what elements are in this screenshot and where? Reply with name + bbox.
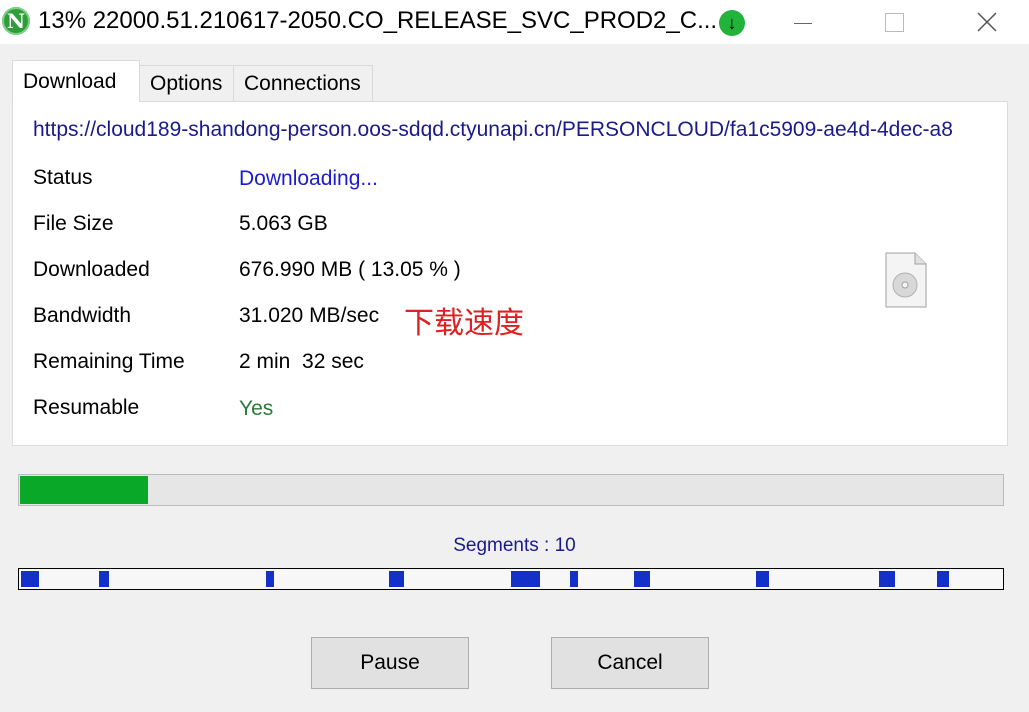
minimize-icon <box>794 22 812 24</box>
bandwidth-label: Bandwidth <box>33 304 132 327</box>
segment-block <box>511 571 540 587</box>
file-size-label: File Size <box>33 212 114 235</box>
downloaded-value: 676.990 MB ( 13.05 % ) <box>239 258 461 281</box>
tab-connections[interactable]: Connections <box>233 65 373 101</box>
window-title: 13% 22000.51.210617-2050.CO_RELEASE_SVC_… <box>38 7 718 34</box>
close-button[interactable] <box>957 0 1017 44</box>
bandwidth-annotation: 下载速度 <box>404 306 524 341</box>
segment-block <box>389 571 404 587</box>
download-progress-bar <box>18 474 1004 506</box>
status-value: Downloading... <box>239 167 378 190</box>
resumable-label: Resumable <box>33 396 140 419</box>
remaining-time-value: 2 min 32 sec <box>239 350 364 373</box>
segment-block <box>21 571 39 587</box>
status-label: Status <box>33 166 93 189</box>
pause-button[interactable]: Pause <box>311 637 469 689</box>
disc-file-icon <box>885 252 927 308</box>
segment-block <box>937 571 949 587</box>
tab-download[interactable]: Download <box>12 60 140 102</box>
download-arrow-icon: ↓ <box>719 10 745 36</box>
remaining-time-label: Remaining Time <box>33 350 185 373</box>
maximize-icon <box>884 12 904 32</box>
progress-fill <box>20 476 148 504</box>
app-logo-icon: N <box>2 7 30 35</box>
resumable-value: Yes <box>239 397 274 420</box>
download-url: https://cloud189-shandong-person.oos-sdq… <box>33 118 953 141</box>
segment-block <box>879 571 895 587</box>
title-bar: N 13% 22000.51.210617-2050.CO_RELEASE_SV… <box>0 0 1029 44</box>
segments-label: Segments : 10 <box>453 535 576 556</box>
segment-block <box>266 571 274 587</box>
close-icon <box>977 12 997 32</box>
maximize-button[interactable] <box>864 0 924 44</box>
segment-block <box>634 571 650 587</box>
segment-block <box>756 571 769 587</box>
segment-block <box>99 571 109 587</box>
file-size-value: 5.063 GB <box>239 212 328 235</box>
downloaded-label: Downloaded <box>33 258 150 281</box>
tab-options[interactable]: Options <box>139 65 234 101</box>
bandwidth-value: 31.020 MB/sec <box>239 304 380 327</box>
segments-bar <box>18 568 1004 590</box>
cancel-button[interactable]: Cancel <box>551 637 709 689</box>
minimize-button[interactable] <box>773 0 833 44</box>
download-info-panel: https://cloud189-shandong-person.oos-sdq… <box>12 101 1008 446</box>
segment-block <box>570 571 578 587</box>
